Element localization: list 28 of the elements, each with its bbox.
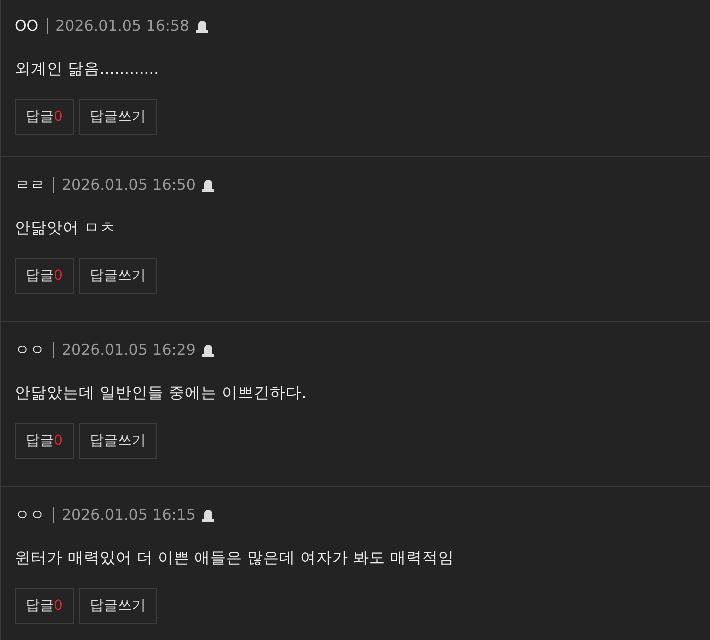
report-siren-icon[interactable] bbox=[202, 508, 215, 522]
reply-count: 0 bbox=[54, 109, 63, 125]
replies-button[interactable]: 답글0 bbox=[15, 258, 74, 294]
comment-text: 윈터가 매력있어 더 이쁜 애들은 많은데 여자가 봐도 매력적임 bbox=[15, 548, 456, 569]
report-siren-icon[interactable] bbox=[202, 178, 215, 192]
author-name: ㄹㄹ bbox=[15, 174, 45, 196]
write-reply-button[interactable]: 답글쓰기 bbox=[78, 588, 157, 624]
comment-text: 외계인 닮음............ bbox=[15, 59, 160, 80]
comment-text: 안닮앗어 ㅁㅊ bbox=[15, 218, 117, 239]
write-reply-button[interactable]: 답글쓰기 bbox=[78, 99, 157, 135]
comment-text: 안닮았는데 일반인들 중에는 이쁘긴하다. bbox=[15, 383, 308, 404]
comment-date: 2026.01.05 16:50 bbox=[62, 174, 196, 196]
write-reply-button[interactable]: 답글쓰기 bbox=[78, 258, 157, 294]
replies-button[interactable]: 답글0 bbox=[15, 423, 74, 459]
write-reply-button[interactable]: 답글쓰기 bbox=[78, 423, 157, 459]
report-siren-icon[interactable] bbox=[202, 343, 215, 357]
reply-count: 0 bbox=[54, 433, 63, 449]
author-name: OO bbox=[15, 16, 39, 37]
replies-button[interactable]: 답글0 bbox=[15, 99, 74, 135]
comment-date: 2026.01.05 16:15 bbox=[62, 504, 196, 526]
author-name: ㅇㅇ bbox=[15, 340, 45, 361]
comment-date: 2026.01.05 16:29 bbox=[62, 340, 196, 361]
replies-button[interactable]: 답글0 bbox=[15, 588, 74, 624]
author-name: ㅇㅇ bbox=[15, 504, 45, 526]
comment-date: 2026.01.05 16:58 bbox=[56, 16, 190, 37]
reply-count: 0 bbox=[54, 268, 63, 284]
report-siren-icon[interactable] bbox=[196, 19, 209, 33]
reply-count: 0 bbox=[54, 598, 63, 614]
